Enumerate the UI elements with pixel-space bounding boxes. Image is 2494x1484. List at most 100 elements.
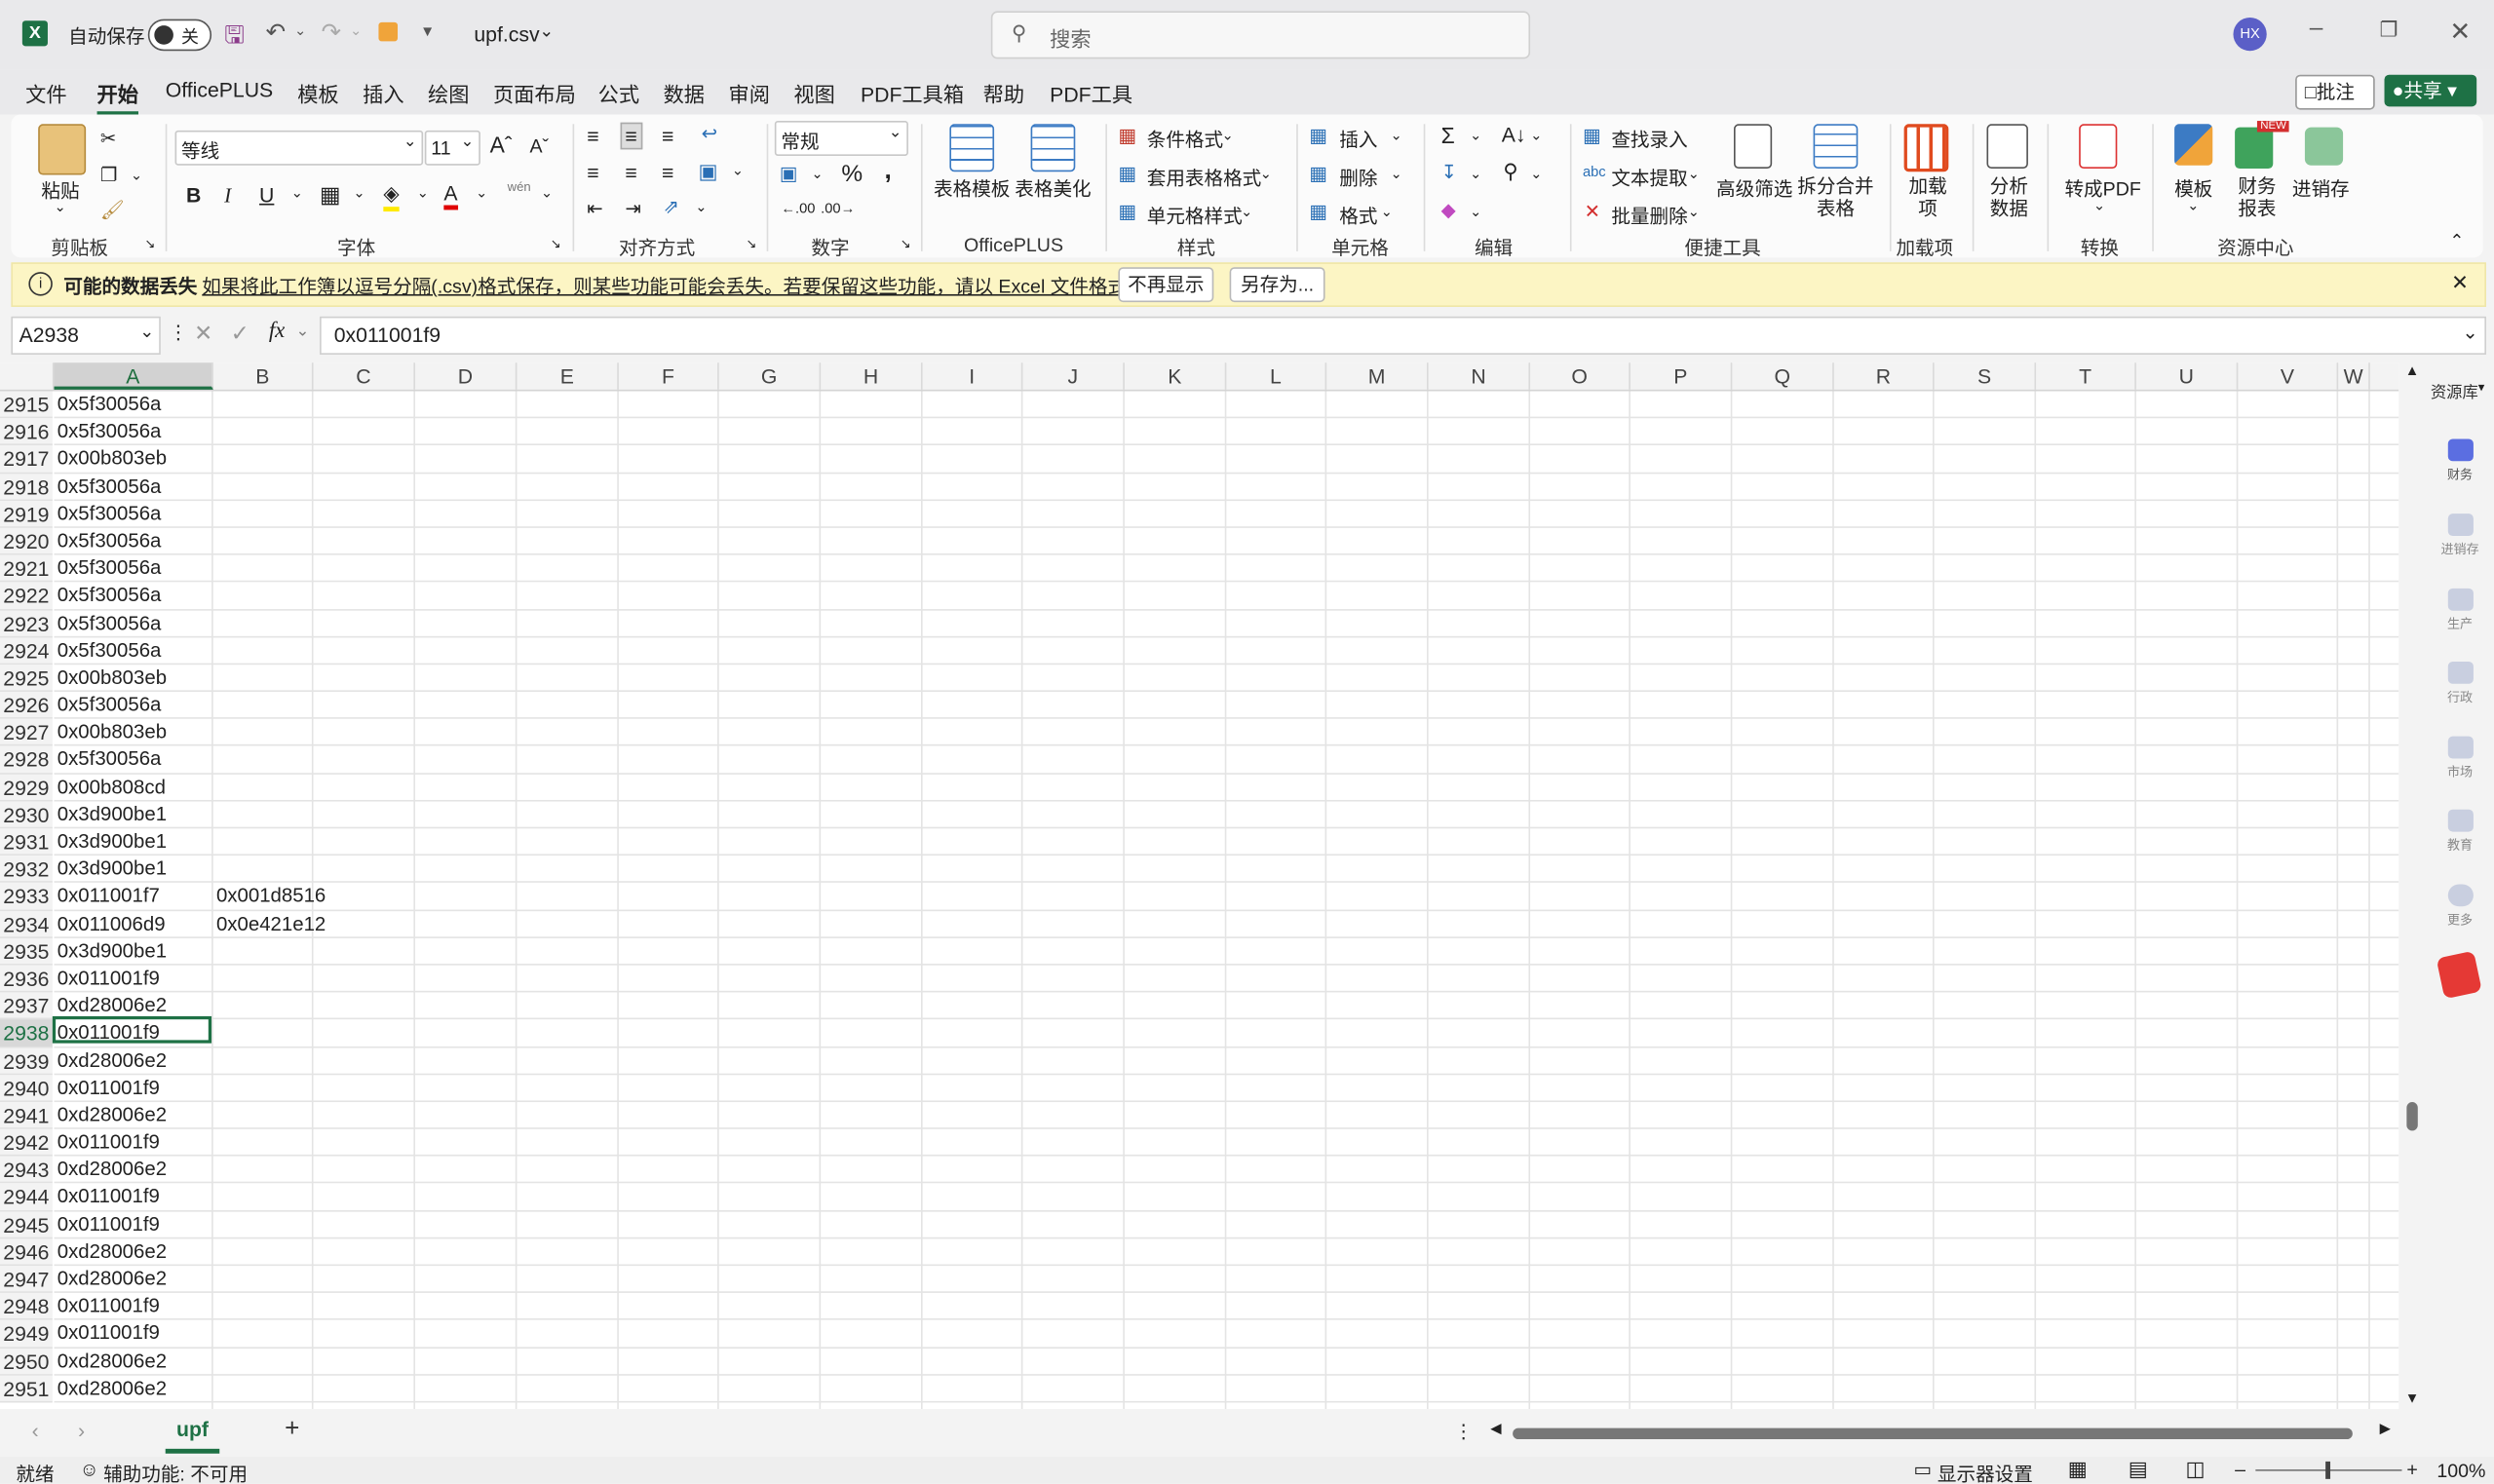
zoom-level[interactable]: 100% [2436,1460,2485,1482]
copy-chevron-down-icon[interactable]: ⌄ [131,167,142,184]
increase-font-icon[interactable]: Aˆ [490,132,513,157]
cell-a[interactable]: 0x5f30056a [54,583,162,608]
row-header[interactable]: 2927 [0,719,53,747]
analyze-data-label[interactable]: 分析数据 [1988,175,2029,220]
cell-b[interactable] [213,856,216,881]
function-chevron-down-icon[interactable]: ⌄ [296,323,310,340]
column-header-b[interactable]: B [213,362,314,390]
undo-icon[interactable]: ↶ [266,18,287,47]
paste-chevron-down-icon[interactable]: ⌄ [54,199,65,216]
row-header[interactable]: 2939 [0,1046,53,1075]
decrease-decimal-icon[interactable]: .00→ [821,201,855,216]
find-entry-label[interactable]: 查找录入 [1611,126,1687,153]
confirm-entry-icon[interactable]: ✓ [231,320,249,347]
cell-a[interactable]: 0xd28006e2 [54,1348,167,1373]
format-painter-icon[interactable]: 🖌 [100,199,125,221]
row-header[interactable]: 2942 [0,1128,53,1157]
conditional-format-label[interactable]: 条件格式 [1147,126,1223,153]
fill-icon[interactable]: ↧ [1441,161,1457,183]
row-header[interactable]: 2936 [0,965,53,993]
cell-a[interactable]: 0x011006d9 [54,910,166,935]
side-item-more[interactable]: 更多 [2426,884,2494,929]
column-header-r[interactable]: R [1834,362,1935,390]
next-sheet-icon[interactable]: › [78,1419,85,1442]
row-header[interactable]: 2921 [0,554,53,583]
column-header-j[interactable]: J [1022,362,1125,390]
cell-a[interactable]: 0x5f30056a [54,555,162,581]
page-break-view-icon[interactable]: ◫ [2186,1457,2206,1482]
finance-report-label[interactable]: 财务报表 [2237,175,2278,220]
cell-a[interactable]: 0xd28006e2 [54,1157,167,1182]
cell-a[interactable]: 0xd28006e2 [54,1102,167,1127]
cell-b[interactable]: 0x0e421e12 [213,910,326,935]
split-merge-icon[interactable] [1813,124,1859,170]
vertical-scrollbar[interactable]: ▲ ▼ [2401,362,2425,1410]
prev-sheet-icon[interactable]: ‹ [32,1419,39,1442]
orientation-chevron-down-icon[interactable]: ⌄ [695,199,707,216]
cell-b[interactable] [213,419,216,444]
cell-a[interactable]: 0xd28006e2 [54,1238,167,1264]
cell-b[interactable] [213,1375,216,1400]
save-as-button[interactable]: 另存为... [1229,267,1325,303]
sort-filter-icon[interactable]: A↓ [1502,123,1526,146]
cell-b[interactable] [213,446,216,472]
tab-insert[interactable]: 插入 [363,78,403,108]
column-header-t[interactable]: T [2036,362,2136,390]
row-header[interactable]: 2924 [0,636,53,666]
cell-b[interactable] [213,528,216,553]
worksheet-grid[interactable]: ABCDEFGHIJKLMNOPQRSTUVW 2915 2916 2917 2918… [0,362,2399,1410]
row-header[interactable]: 2933 [0,883,53,911]
cell-a[interactable]: 0x5f30056a [54,419,162,444]
autosum-chevron-down-icon[interactable]: ⌄ [1470,128,1481,145]
column-header-k[interactable]: K [1125,362,1227,390]
tab-options-icon[interactable]: ⋮ [1454,1420,1474,1442]
tab-pdf-toolbox[interactable]: PDF工具箱 [861,78,964,108]
cell-a[interactable]: 0xd28006e2 [54,993,167,1018]
inventory-icon[interactable] [2304,127,2344,166]
restore-icon[interactable]: ❐ [2380,18,2398,43]
table-format-label[interactable]: 套用表格格式 [1147,164,1262,191]
underline-chevron-down-icon[interactable]: ⌄ [291,184,303,202]
page-layout-view-icon[interactable]: ▤ [2129,1457,2148,1482]
formula-more-icon[interactable]: ⋮ [169,322,188,344]
add-sheet-icon[interactable]: + [285,1416,299,1444]
copy-icon[interactable]: ❐ [100,164,118,186]
cell-a[interactable]: 0x5f30056a [54,391,162,416]
text-extract-label[interactable]: 文本提取 [1611,164,1687,191]
clipboard-launcher-icon[interactable]: ↘ [145,237,156,251]
insert-cells-label[interactable]: 插入 [1339,126,1377,153]
cell-style-label[interactable]: 单元格样式 [1147,202,1243,229]
cell-b[interactable] [213,938,216,964]
cell-b[interactable] [213,1047,216,1073]
side-item-inventory[interactable]: 进销存 [2426,514,2494,558]
to-pdf-icon[interactable] [2079,124,2118,170]
text-extract-chevron-down-icon[interactable]: ⌄ [1688,166,1700,183]
delete-cells-label[interactable]: 删除 [1339,164,1377,191]
column-header-l[interactable]: L [1226,362,1327,390]
expand-formula-chevron-down-icon[interactable]: ⌄ [2462,322,2477,344]
align-right-icon[interactable]: ≡ [662,161,673,184]
number-format-select[interactable]: 常规 ⌄ [774,121,908,156]
redo-dropdown-icon[interactable]: ⌄ [350,22,362,40]
scroll-right-icon[interactable]: ▶ [2380,1420,2391,1437]
orientation-icon[interactable]: ⇗ [664,196,679,218]
cell-b[interactable] [213,1293,216,1318]
row-header[interactable]: 2925 [0,665,53,693]
accessibility-status[interactable]: 辅助功能: 不可用 [103,1460,248,1484]
tab-formulas[interactable]: 公式 [598,78,639,108]
scroll-thumb[interactable] [2406,1102,2418,1131]
column-header-v[interactable]: V [2238,362,2339,390]
cell-b[interactable] [213,719,216,744]
cell-b[interactable] [213,828,216,854]
red-envelope-icon[interactable] [2436,950,2482,1000]
column-header-i[interactable]: I [923,362,1023,390]
row-header[interactable]: 2923 [0,609,53,637]
table-template-label[interactable]: 表格模板 [934,175,1010,203]
scroll-left-icon[interactable]: ◀ [1490,1420,1501,1437]
cell-a[interactable]: 0x5f30056a [54,474,162,499]
cell-b[interactable] [213,746,216,772]
row-header[interactable]: 2932 [0,856,53,884]
accessibility-icon[interactable]: ☺ [80,1459,99,1481]
cell-b[interactable] [213,1348,216,1373]
advanced-filter-icon[interactable] [1733,124,1773,170]
